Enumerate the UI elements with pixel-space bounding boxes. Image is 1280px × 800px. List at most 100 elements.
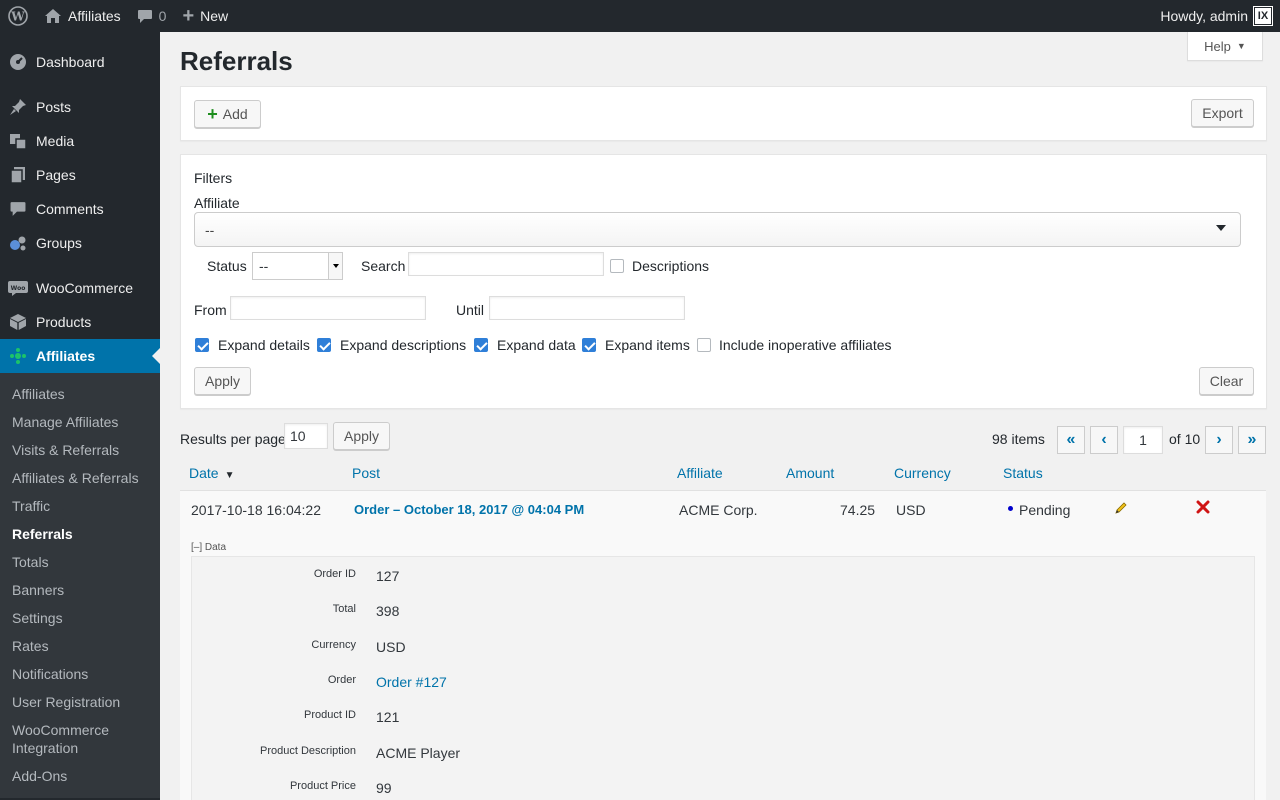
submenu-referrals[interactable]: Referrals <box>0 520 160 548</box>
expand-items-checkbox[interactable] <box>582 338 596 352</box>
filters-apply-button[interactable]: Apply <box>194 367 251 395</box>
submenu-affiliates-referrals[interactable]: Affiliates & Referrals <box>0 464 160 492</box>
submenu-affiliates[interactable]: Affiliates <box>0 380 160 408</box>
submenu-rates[interactable]: Rates <box>0 632 160 660</box>
data-value: ACME Player <box>376 745 461 761</box>
submenu-manage-affiliates[interactable]: Manage Affiliates <box>0 408 160 436</box>
results-per-page-label: Results per page <box>180 431 286 447</box>
chevron-down-icon <box>328 253 342 279</box>
current-page-input[interactable]: 1 <box>1123 426 1163 454</box>
wordpress-icon: W <box>8 6 28 26</box>
groups-icon <box>8 233 28 253</box>
data-value: 121 <box>376 709 400 725</box>
submenu-totals[interactable]: Totals <box>0 548 160 576</box>
row-date: 2017-10-18 16:04:22 <box>191 502 321 518</box>
submenu-user-registration[interactable]: User Registration <box>0 688 160 716</box>
order-link[interactable]: Order #127 <box>376 674 447 690</box>
menu-comments[interactable]: Comments <box>0 192 160 226</box>
submenu-woocommerce-integration[interactable]: WooCommerce Integration <box>0 716 120 762</box>
submenu-notifications[interactable]: Notifications <box>0 660 160 688</box>
column-date[interactable]: Date ▼ <box>189 465 234 481</box>
filters-clear-button[interactable]: Clear <box>1199 367 1254 395</box>
row-status-label: Pending <box>1019 502 1071 518</box>
menu-affiliates[interactable]: Affiliates <box>0 339 160 373</box>
expand-descriptions-label: Expand descriptions <box>340 337 467 353</box>
first-page-button[interactable]: « <box>1057 426 1085 454</box>
expand-descriptions-checkbox[interactable] <box>317 338 331 352</box>
submenu-traffic[interactable]: Traffic <box>0 492 160 520</box>
expand-details-checkbox[interactable] <box>195 338 209 352</box>
edit-pencil-icon[interactable] <box>1114 501 1128 518</box>
actions-panel: + Add Export <box>180 86 1267 141</box>
menu-label: Dashboard <box>36 54 105 70</box>
from-label: From <box>194 302 227 318</box>
column-post[interactable]: Post <box>352 465 380 481</box>
add-label: Add <box>222 106 248 122</box>
menu-posts[interactable]: Posts <box>0 90 160 124</box>
row-post-link[interactable]: Order – October 18, 2017 @ 04:04 PM <box>354 502 584 517</box>
woocommerce-icon: Woo <box>8 278 28 298</box>
status-select-value: -- <box>259 258 269 274</box>
affiliate-select[interactable]: -- <box>194 212 1241 247</box>
column-currency[interactable]: Currency <box>894 465 951 481</box>
row-status: Pending <box>1008 502 1070 518</box>
column-affiliate[interactable]: Affiliate <box>677 465 723 481</box>
site-name-link[interactable]: Affiliates <box>36 0 129 32</box>
menu-products[interactable]: Products <box>0 305 160 339</box>
submenu-settings[interactable]: Settings <box>0 604 160 632</box>
help-button[interactable]: Help ▼ <box>1187 32 1263 61</box>
comment-icon <box>8 199 28 219</box>
prev-page-button[interactable]: ‹ <box>1090 426 1118 454</box>
howdy-text: Howdy, admin <box>1160 8 1248 24</box>
submenu-add-ons[interactable]: Add-Ons <box>0 762 160 790</box>
sort-desc-icon: ▼ <box>224 470 235 481</box>
results-apply-button[interactable]: Apply <box>333 422 390 450</box>
data-value: 99 <box>376 780 392 796</box>
menu-groups[interactable]: Groups <box>0 226 160 260</box>
from-date-input[interactable] <box>230 296 426 320</box>
data-key: Currency <box>311 639 356 651</box>
export-button[interactable]: Export <box>1191 99 1254 127</box>
search-input[interactable] <box>408 252 604 276</box>
menu-dashboard[interactable]: Dashboard <box>0 45 160 79</box>
submenu-visits-referrals[interactable]: Visits & Referrals <box>0 436 160 464</box>
search-label: Search <box>361 258 406 274</box>
menu-pages[interactable]: Pages <box>0 158 160 192</box>
media-icon <box>8 131 28 151</box>
help-label: Help <box>1204 38 1231 54</box>
status-select[interactable]: -- <box>252 252 343 280</box>
data-key: Product ID <box>304 709 356 721</box>
last-page-button[interactable]: » <box>1238 426 1266 454</box>
menu-media[interactable]: Media <box>0 124 160 158</box>
filters-panel: Filters Affiliate -- Status -- Search De… <box>180 154 1267 409</box>
my-account[interactable]: Howdy, admin IX <box>1160 6 1280 26</box>
expand-data-checkbox[interactable] <box>474 338 488 352</box>
menu-woocommerce[interactable]: Woo WooCommerce <box>0 271 160 305</box>
column-status[interactable]: Status <box>1003 465 1043 481</box>
expand-items-label: Expand items <box>605 337 690 353</box>
next-page-button[interactable]: › <box>1205 426 1233 454</box>
data-key: Order <box>327 674 356 686</box>
column-amount[interactable]: Amount <box>786 465 834 481</box>
descriptions-checkbox[interactable] <box>610 259 624 273</box>
wordpress-logo[interactable]: W <box>0 0 36 32</box>
delete-x-icon[interactable] <box>1196 500 1210 517</box>
include-inoperative-checkbox[interactable] <box>697 338 711 352</box>
row-affiliate: ACME Corp. <box>679 502 758 518</box>
submenu-banners[interactable]: Banners <box>0 576 160 604</box>
menu-label: Posts <box>36 99 72 115</box>
plus-icon: + <box>182 4 195 27</box>
data-key: Total <box>332 603 356 615</box>
new-content-link[interactable]: + New <box>174 0 236 32</box>
column-date-label: Date <box>189 465 219 481</box>
comments-link[interactable]: 0 <box>129 0 175 32</box>
menu-label: WooCommerce <box>36 280 133 296</box>
add-button[interactable]: + Add <box>194 100 261 128</box>
results-per-page-input[interactable]: 10 <box>284 423 328 449</box>
expand-data-label: Expand data <box>497 337 576 353</box>
data-key: Order ID <box>313 568 356 580</box>
data-toggle[interactable]: [–] Data <box>191 542 226 553</box>
expand-details-label: Expand details <box>218 337 310 353</box>
box-icon <box>8 312 28 332</box>
until-date-input[interactable] <box>489 296 685 320</box>
